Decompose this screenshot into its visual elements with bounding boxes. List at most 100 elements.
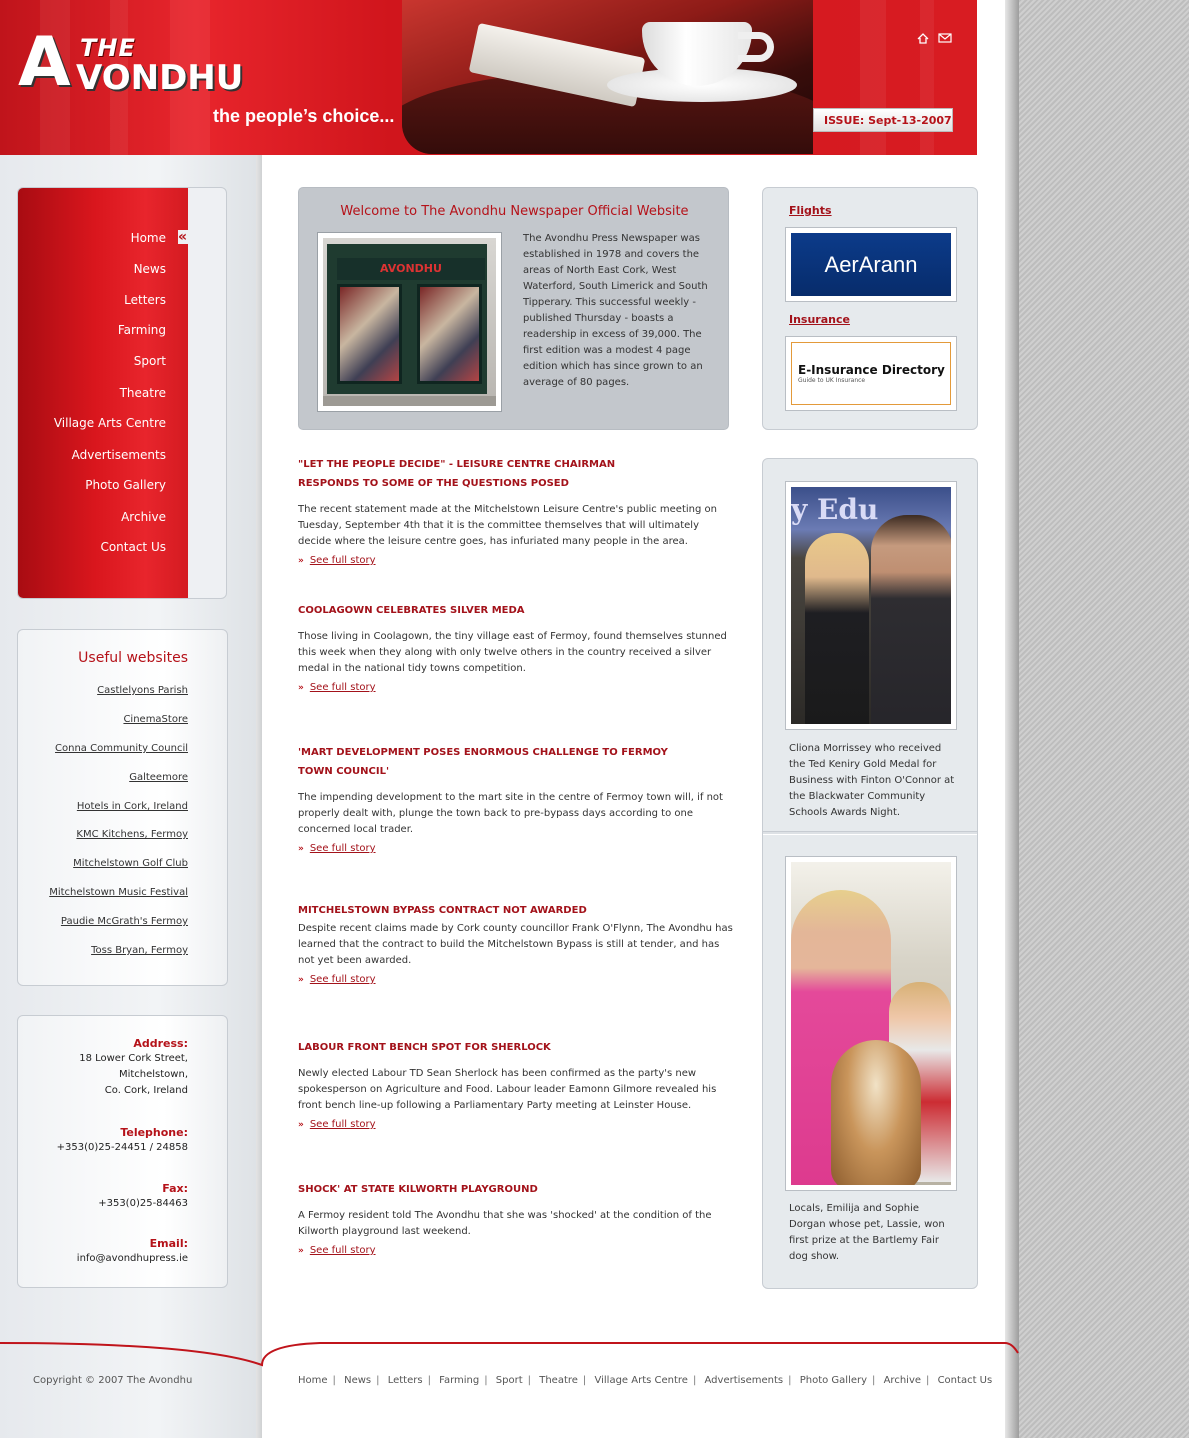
active-nav-arrow-icon: « — [178, 230, 192, 244]
fax-label: Fax: — [162, 1182, 188, 1195]
site-header: A THE VONDHU the people’s choice... ISSU… — [0, 0, 977, 155]
news-story: "LET THE PEOPLE DECIDE" - LEISURE CENTRE… — [298, 455, 734, 566]
useful-link[interactable]: Mitchelstown Golf Club — [73, 858, 188, 869]
aerarann-ad[interactable]: AerArann — [785, 227, 957, 302]
site-tagline: the people’s choice... — [213, 106, 395, 126]
nav-item-news[interactable]: News — [18, 262, 166, 276]
see-full-story-link[interactable]: » See full story — [298, 974, 734, 985]
news-story: LABOUR FRONT BENCH SPOT FOR SHERLOCK New… — [298, 1038, 734, 1130]
nav-item-archive[interactable]: Archive — [18, 510, 166, 524]
footer-link-photo-gallery[interactable]: Photo Gallery — [800, 1375, 867, 1386]
address-line: Mitchelstown, — [118, 1069, 188, 1080]
footer-link-sport[interactable]: Sport — [496, 1375, 523, 1386]
nav-item-village-arts-centre[interactable]: Village Arts Centre — [18, 416, 166, 430]
flights-label[interactable]: Flights — [789, 204, 832, 217]
shop-sign: AVONDHU — [337, 258, 485, 280]
footer-link-news[interactable]: News — [344, 1375, 371, 1386]
story-title[interactable]: 'MART DEVELOPMENT POSES ENORMOUS CHALLEN… — [298, 743, 698, 781]
useful-link[interactable]: KMC Kitchens, Fermoy — [76, 829, 188, 840]
double-chevron-icon: » — [298, 844, 304, 854]
header-coffee-image — [402, 0, 813, 154]
footer-link-letters[interactable]: Letters — [388, 1375, 423, 1386]
useful-websites-box: Useful websites Castlelyons Parish Cinem… — [17, 629, 228, 986]
address-line: Co. Cork, Ireland — [104, 1085, 188, 1096]
see-full-story-link[interactable]: » See full story — [298, 1245, 734, 1256]
news-story: SHOCK' AT STATE KILWORTH PLAYGROUND A Fe… — [298, 1180, 734, 1256]
see-full-story-link[interactable]: » See full story — [298, 555, 734, 566]
story-title[interactable]: COOLAGOWN CELEBRATES SILVER MEDA — [298, 601, 734, 620]
footer-link-archive[interactable]: Archive — [884, 1375, 921, 1386]
nav-item-advertisements[interactable]: Advertisements — [18, 448, 166, 462]
footer-link-village-arts-centre[interactable]: Village Arts Centre — [594, 1375, 687, 1386]
story-title[interactable]: "LET THE PEOPLE DECIDE" - LEISURE CENTRE… — [298, 455, 678, 493]
story-title[interactable]: MITCHELSTOWN BYPASS CONTRACT NOT AWARDED — [298, 901, 734, 920]
story-title[interactable]: SHOCK' AT STATE KILWORTH PLAYGROUND — [298, 1180, 734, 1199]
story-body: Those living in Coolagown, the tiny vill… — [298, 631, 727, 674]
insurance-label[interactable]: Insurance — [789, 313, 850, 326]
e-insurance-logo-text: E-Insurance Directory — [798, 363, 945, 377]
useful-link[interactable]: Hotels in Cork, Ireland — [77, 801, 188, 812]
photo-caption: Cliona Morrissey who received the Ted Ke… — [789, 743, 955, 818]
story-body: Despite recent claims made by Cork count… — [298, 923, 733, 966]
see-full-story-link[interactable]: » See full story — [298, 843, 734, 854]
footer-link-contact-us[interactable]: Contact Us — [938, 1375, 993, 1386]
welcome-body: The Avondhu Press Newspaper was establis… — [523, 233, 708, 388]
useful-link[interactable]: Mitchelstown Music Festival — [49, 887, 188, 898]
footer-divider — [0, 1342, 1019, 1367]
footer-link-advertisements[interactable]: Advertisements — [705, 1375, 784, 1386]
news-story: 'MART DEVELOPMENT POSES ENORMOUS CHALLEN… — [298, 743, 734, 854]
useful-websites-title: Useful websites — [78, 650, 188, 666]
e-insurance-ad[interactable]: E-Insurance Directory Guide to UK Insura… — [785, 336, 957, 411]
story-title[interactable]: LABOUR FRONT BENCH SPOT FOR SHERLOCK — [298, 1038, 734, 1057]
issue-date-badge: ISSUE: Sept-13-2007 — [813, 108, 953, 132]
nav-item-photo-gallery[interactable]: Photo Gallery — [18, 478, 166, 492]
nav-item-farming[interactable]: Farming — [18, 323, 166, 337]
aerarann-logo-text: AerArann — [824, 251, 918, 277]
logo-vondhu: VONDHU — [76, 58, 244, 98]
news-story: MITCHELSTOWN BYPASS CONTRACT NOT AWARDED… — [298, 901, 734, 985]
welcome-panel: Welcome to The Avondhu Newspaper Officia… — [298, 187, 729, 430]
photo-caption: Locals, Emilija and Sophie Dorgan whose … — [789, 1203, 945, 1262]
footer-nav: Home | News | Letters | Farming | Sport | The… — [298, 1375, 993, 1386]
nav-item-theatre[interactable]: Theatre — [18, 386, 166, 400]
welcome-title: Welcome to The Avondhu Newspaper Officia… — [340, 204, 689, 219]
address-label: Address: — [133, 1037, 188, 1050]
useful-link[interactable]: CinemaStore — [123, 714, 188, 725]
nav-item-contact-us[interactable]: Contact Us — [18, 540, 166, 554]
story-body: Newly elected Labour TD Sean Sherlock ha… — [298, 1068, 717, 1111]
double-chevron-icon: » — [298, 975, 304, 985]
nav-item-letters[interactable]: Letters — [18, 293, 166, 307]
double-chevron-icon: » — [298, 683, 304, 693]
copyright-text: Copyright © 2007 The Avondhu — [33, 1375, 193, 1386]
useful-link[interactable]: Toss Bryan, Fermoy — [91, 945, 188, 956]
photo-panel: y Edu Cliona Morrissey who received the … — [762, 458, 978, 1289]
see-full-story-link[interactable]: » See full story — [298, 1119, 734, 1130]
useful-link[interactable]: Paudie McGrath's Fermoy — [61, 916, 188, 927]
mail-icon[interactable] — [938, 33, 952, 44]
useful-link[interactable]: Castlelyons Parish — [97, 685, 188, 696]
nav-item-sport[interactable]: Sport — [18, 354, 166, 368]
fax-value: +353(0)25-84463 — [98, 1198, 188, 1209]
award-photo[interactable]: y Edu — [785, 481, 957, 730]
double-chevron-icon: » — [298, 556, 304, 566]
news-story: COOLAGOWN CELEBRATES SILVER MEDA Those l… — [298, 601, 734, 693]
address-line: 18 Lower Cork Street, — [79, 1053, 188, 1064]
site-logo[interactable]: A THE VONDHU — [18, 28, 253, 100]
useful-link[interactable]: Galteemore — [129, 772, 188, 783]
see-full-story-link[interactable]: » See full story — [298, 682, 734, 693]
home-icon[interactable] — [917, 33, 929, 44]
logo-letter-a: A — [18, 23, 71, 102]
sponsor-panel: Flights AerArann Insurance E-Insurance D… — [762, 187, 978, 430]
story-body: The recent statement made at the Mitchel… — [298, 504, 717, 547]
footer-link-farming[interactable]: Farming — [439, 1375, 479, 1386]
nav-item-home[interactable]: Home — [18, 231, 166, 245]
double-chevron-icon: » — [298, 1246, 304, 1256]
useful-link[interactable]: Conna Community Council — [55, 743, 188, 754]
story-body: A Fermoy resident told The Avondhu that … — [298, 1210, 712, 1237]
email-value[interactable]: info@avondhupress.ie — [77, 1253, 188, 1264]
page-edge — [1005, 0, 1189, 1438]
double-chevron-icon: » — [298, 1120, 304, 1130]
footer-link-home[interactable]: Home — [298, 1375, 328, 1386]
footer-link-theatre[interactable]: Theatre — [539, 1375, 578, 1386]
dog-show-photo[interactable] — [785, 856, 957, 1191]
